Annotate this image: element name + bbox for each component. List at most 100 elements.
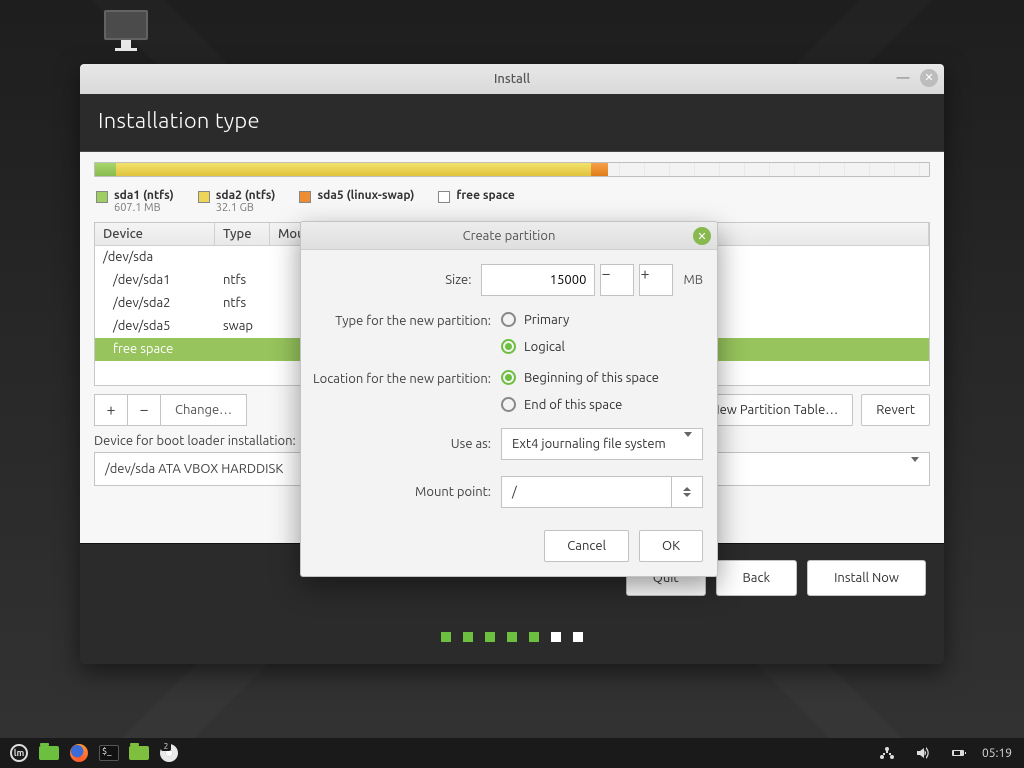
cancel-button[interactable]: Cancel	[544, 530, 629, 562]
window-minimize-button[interactable]: —	[894, 69, 912, 87]
taskbar: lm $_ 2 05:19	[0, 738, 1024, 768]
dialog-titlebar[interactable]: Create partition ✕	[301, 222, 717, 250]
legend-name: free space	[456, 189, 514, 202]
pager-dot	[507, 632, 517, 642]
legend-item: sda5 (linux-swap)	[299, 189, 414, 203]
mount-point-row: Mount point: /	[311, 476, 703, 508]
taskbar-terminal[interactable]: $_	[96, 741, 122, 765]
pager-dot	[441, 632, 451, 642]
use-as-value: Ext4 journaling file system	[512, 437, 666, 451]
cell-type: swap	[215, 315, 270, 337]
cell-device: /dev/sda2	[95, 292, 215, 314]
legend-item: free space	[438, 189, 514, 203]
cell-device: /dev/sda	[95, 246, 215, 268]
radio-primary[interactable]: Primary	[501, 312, 569, 327]
legend-size: 607.1 MB	[114, 202, 174, 214]
use-as-select[interactable]: Ext4 journaling file system	[501, 428, 703, 460]
mount-point-dropdown-button[interactable]	[671, 476, 703, 508]
legend-name: sda2 (ntfs)	[216, 189, 276, 202]
add-partition-button[interactable]: +	[94, 394, 128, 426]
cell-device: /dev/sda5	[95, 315, 215, 337]
cell-type: ntfs	[215, 269, 270, 291]
create-partition-dialog: Create partition ✕ Size: − + MB Type for…	[300, 221, 718, 577]
legend-item: sda2 (ntfs)32.1 GB	[198, 189, 276, 214]
bootloader-device-value: /dev/sda ATA VBOX HARDDISK	[105, 462, 283, 476]
chevron-updown-icon	[683, 487, 691, 497]
window-titlebar[interactable]: Install — ✕	[80, 64, 944, 94]
legend-swatch	[198, 191, 210, 203]
size-decrement-button[interactable]: −	[600, 264, 634, 296]
mount-point-value: /	[512, 485, 517, 499]
cell-device: free space	[95, 338, 215, 360]
use-as-label: Use as:	[311, 437, 491, 451]
pager-dot	[463, 632, 473, 642]
page-title: Installation type	[80, 94, 944, 151]
legend-swatch	[438, 191, 450, 203]
desktop-computer-icon[interactable]	[104, 10, 148, 51]
pager-dot	[551, 632, 561, 642]
taskbar-clock[interactable]: 05:19	[982, 747, 1012, 760]
pager-dot	[485, 632, 495, 642]
cell-type: ntfs	[215, 292, 270, 314]
size-label: Size:	[311, 273, 471, 287]
window-title: Install	[494, 72, 530, 86]
legend-name: sda5 (linux-swap)	[317, 189, 414, 202]
dialog-buttons: Cancel OK	[311, 524, 703, 562]
new-partition-table-button[interactable]: New Partition Table…	[695, 394, 853, 426]
radio-logical[interactable]: Logical	[501, 339, 569, 354]
col-device[interactable]: Device	[95, 223, 215, 245]
taskbar-files[interactable]	[126, 741, 152, 765]
partition-location-row: Location for the new partition: Beginnin…	[311, 370, 703, 412]
progress-dots	[98, 632, 926, 642]
legend-swatch	[96, 191, 108, 203]
partition-usage-bar	[94, 162, 930, 177]
radio-location-end[interactable]: End of this space	[501, 397, 659, 412]
chevron-down-icon	[684, 437, 692, 451]
cell-type	[215, 246, 270, 268]
mount-point-combobox[interactable]: /	[501, 476, 703, 508]
size-row: Size: − + MB	[311, 264, 703, 296]
battery-icon[interactable]	[946, 741, 972, 765]
usage-segment	[116, 163, 591, 176]
chevron-down-icon	[911, 462, 919, 476]
use-as-row: Use as: Ext4 journaling file system	[311, 428, 703, 460]
usage-segment	[608, 163, 929, 176]
remove-partition-button[interactable]: −	[127, 394, 161, 426]
cell-type	[215, 338, 270, 360]
install-now-button[interactable]: Install Now	[807, 560, 926, 596]
window-close-button[interactable]: ✕	[920, 69, 938, 87]
partition-type-label: Type for the new partition:	[311, 312, 491, 328]
pager-dot	[573, 632, 583, 642]
col-type[interactable]: Type	[215, 223, 270, 245]
partition-type-row: Type for the new partition: Primary Logi…	[311, 312, 703, 354]
network-icon[interactable]	[874, 741, 900, 765]
taskbar-installer-count: 2	[161, 741, 171, 751]
taskbar-installer[interactable]: 2	[156, 741, 182, 765]
usage-segment	[591, 163, 608, 176]
size-increment-button[interactable]: +	[639, 264, 673, 296]
legend-swatch	[299, 191, 311, 203]
taskbar-show-desktop[interactable]	[36, 741, 62, 765]
radio-location-begin[interactable]: Beginning of this space	[501, 370, 659, 385]
legend-name: sda1 (ntfs)	[114, 189, 174, 202]
start-menu-button[interactable]: lm	[6, 741, 32, 765]
cell-device: /dev/sda1	[95, 269, 215, 291]
system-tray: 05:19	[874, 741, 1018, 765]
size-input[interactable]	[481, 264, 595, 296]
revert-button[interactable]: Revert	[861, 394, 930, 426]
partition-location-label: Location for the new partition:	[311, 370, 491, 386]
size-unit: MB	[683, 273, 703, 287]
pager-dot	[529, 632, 539, 642]
partition-legend: sda1 (ntfs)607.1 MBsda2 (ntfs)32.1 GBsda…	[94, 185, 930, 214]
change-partition-button[interactable]: Change…	[160, 394, 247, 426]
dialog-close-button[interactable]: ✕	[693, 227, 711, 245]
ok-button[interactable]: OK	[639, 530, 703, 562]
mount-point-label: Mount point:	[311, 485, 491, 499]
legend-item: sda1 (ntfs)607.1 MB	[96, 189, 174, 214]
dialog-title: Create partition	[463, 229, 556, 243]
usage-segment	[95, 163, 116, 176]
back-button[interactable]: Back	[716, 560, 798, 596]
legend-size: 32.1 GB	[216, 202, 276, 214]
volume-icon[interactable]	[910, 741, 936, 765]
taskbar-firefox[interactable]	[66, 741, 92, 765]
